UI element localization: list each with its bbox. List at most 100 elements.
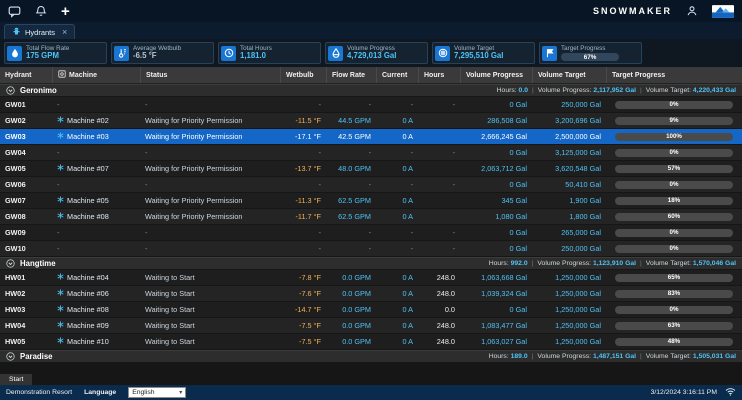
cell-current: 0 A <box>376 270 418 285</box>
cell-volume-target: 1,900 Gal <box>532 193 606 208</box>
table-row-GW03[interactable]: GW03Machine #03Waiting for Priority Perm… <box>0 129 742 145</box>
cell-flow-rate: 0.0 GPM <box>326 286 376 301</box>
wifi-icon[interactable] <box>725 387 736 398</box>
cell-wetbulb: - <box>280 225 326 240</box>
cell-status: Waiting for Priority Permission <box>140 161 280 176</box>
snowflake-icon <box>57 132 64 141</box>
col-hours[interactable]: Hours <box>418 67 460 83</box>
table-row-HW04[interactable]: HW04Machine #09Waiting to Start-7.5 °F0.… <box>0 318 742 334</box>
cell-volume-progress: 1,083,477 Gal <box>460 318 532 333</box>
cell-wetbulb: -13.7 °F <box>280 161 326 176</box>
progress-bar: 0% <box>615 306 733 314</box>
notifications-bell-icon[interactable] <box>35 5 47 17</box>
cell-flow-rate: - <box>326 225 376 240</box>
cell-machine: Machine #07 <box>52 161 140 176</box>
cell-machine: - <box>52 225 140 240</box>
table-row-GW04[interactable]: GW04------0 Gal3,125,000 Gal0% <box>0 145 742 161</box>
cell-machine: Machine #09 <box>52 318 140 333</box>
col-machine[interactable]: Machine <box>52 67 140 83</box>
user-account-icon[interactable] <box>686 5 698 17</box>
table-row-HW03[interactable]: HW03Machine #08Waiting to Start-14.7 °F0… <box>0 302 742 318</box>
table-body: GeronimoHours: 0.0|Volume Progress: 2,11… <box>0 84 742 363</box>
cell-hydrant: GW02 <box>0 113 52 128</box>
cell-flow-rate: 0.0 GPM <box>326 270 376 285</box>
cell-machine: Machine #05 <box>52 193 140 208</box>
cell-status: Waiting for Priority Permission <box>140 129 280 144</box>
cell-status: Waiting for Priority Permission <box>140 113 280 128</box>
stat-volume-progress: Volume Progress 4,729,013 Gal <box>325 42 428 64</box>
stat-total-flow-rate: Total Flow Rate 175 GPM <box>4 42 107 64</box>
col-flow-rate[interactable]: Flow Rate <box>326 67 376 83</box>
cell-target-progress: 9% <box>606 113 742 128</box>
stat-label: Target Progress <box>561 45 619 52</box>
cell-target-progress: 63% <box>606 318 742 333</box>
col-target-progress[interactable]: Target Progress <box>606 67 742 83</box>
stat-average-wetbulb: Average Wetbulb -6.5 °F <box>111 42 214 64</box>
cell-hydrant: HW01 <box>0 270 52 285</box>
cell-volume-target: 1,250,000 Gal <box>532 318 606 333</box>
col-current[interactable]: Current <box>376 67 418 83</box>
cell-machine: - <box>52 177 140 192</box>
cell-machine: - <box>52 241 140 256</box>
group-header-hangtime[interactable]: HangtimeHours: 992.0|Volume Progress: 1,… <box>0 257 742 270</box>
table-row-HW05[interactable]: HW05Machine #10Waiting to Start-7.5 °F0.… <box>0 334 742 350</box>
chevron-down-circle-icon[interactable] <box>6 348 15 366</box>
cell-flow-rate: - <box>326 241 376 256</box>
group-name: Geronimo <box>20 86 57 95</box>
hydrant-table: Hydrant Machine Status Wetbulb Flow Rate… <box>0 67 742 363</box>
cell-current: - <box>376 97 418 112</box>
cell-status: Waiting to Start <box>140 270 280 285</box>
table-row-GW09[interactable]: GW09------0 Gal265,000 Gal0% <box>0 225 742 241</box>
table-row-HW01[interactable]: HW01Machine #04Waiting to Start-7.8 °F0.… <box>0 270 742 286</box>
flag-icon <box>542 46 557 61</box>
col-status[interactable]: Status <box>140 67 280 83</box>
table-row-GW10[interactable]: GW10------0 Gal250,000 Gal0% <box>0 241 742 257</box>
group-header-geronimo[interactable]: GeronimoHours: 0.0|Volume Progress: 2,11… <box>0 84 742 97</box>
progress-bar: 65% <box>615 274 733 282</box>
cell-hydrant: GW06 <box>0 177 52 192</box>
cell-machine: Machine #03 <box>52 129 140 144</box>
cell-wetbulb: -11.7 °F <box>280 209 326 224</box>
hydrant-icon <box>12 27 21 38</box>
table-row-GW06[interactable]: GW06------0 Gal50,410 Gal0% <box>0 177 742 193</box>
cell-volume-target: 265,000 Gal <box>532 225 606 240</box>
add-tab-icon[interactable]: + <box>61 4 70 19</box>
snowflake-icon <box>57 289 64 298</box>
table-row-GW05[interactable]: GW05Machine #07Waiting for Priority Perm… <box>0 161 742 177</box>
col-wetbulb[interactable]: Wetbulb <box>280 67 326 83</box>
col-volume-progress[interactable]: Volume Progress <box>460 67 532 83</box>
language-select[interactable]: English ▾ <box>128 387 186 398</box>
cell-hours <box>418 209 460 224</box>
cell-status: - <box>140 177 280 192</box>
col-volume-target[interactable]: Volume Target <box>532 67 606 83</box>
tab-hydrants[interactable]: Hydrants × <box>4 24 75 39</box>
datetime-label: 3/12/2024 3:16:11 PM <box>651 389 717 396</box>
cell-volume-progress: 1,080 Gal <box>460 209 532 224</box>
cell-volume-target: 1,250,000 Gal <box>532 302 606 317</box>
group-name: Hangtime <box>20 259 56 268</box>
cell-status: Waiting to Start <box>140 334 280 349</box>
cell-machine: Machine #06 <box>52 286 140 301</box>
cell-machine: Machine #02 <box>52 113 140 128</box>
cell-hydrant: GW08 <box>0 209 52 224</box>
cell-machine: Machine #08 <box>52 302 140 317</box>
cell-current: - <box>376 241 418 256</box>
cell-flow-rate: 44.5 GPM <box>326 113 376 128</box>
cell-target-progress: 0% <box>606 241 742 256</box>
cell-volume-progress: 0 Gal <box>460 241 532 256</box>
start-button[interactable]: Start <box>0 374 32 385</box>
progress-bar: 0% <box>615 181 733 189</box>
table-row-HW02[interactable]: HW02Machine #06Waiting to Start-7.6 °F0.… <box>0 286 742 302</box>
table-row-GW08[interactable]: GW08Machine #08Waiting for Priority Perm… <box>0 209 742 225</box>
cell-target-progress: 0% <box>606 177 742 192</box>
table-row-GW02[interactable]: GW02Machine #02Waiting for Priority Perm… <box>0 113 742 129</box>
table-row-GW07[interactable]: GW07Machine #05Waiting for Priority Perm… <box>0 193 742 209</box>
snowflake-icon <box>57 321 64 330</box>
cell-current: 0 A <box>376 113 418 128</box>
machine-icon <box>58 70 66 80</box>
group-header-paradise[interactable]: ParadiseHours: 189.0|Volume Progress: 1,… <box>0 350 742 363</box>
cell-volume-progress: 345 Gal <box>460 193 532 208</box>
table-row-GW01[interactable]: GW01------0 Gal250,000 Gal0% <box>0 97 742 113</box>
chat-icon[interactable] <box>8 5 21 18</box>
tab-close-icon[interactable]: × <box>62 27 67 37</box>
